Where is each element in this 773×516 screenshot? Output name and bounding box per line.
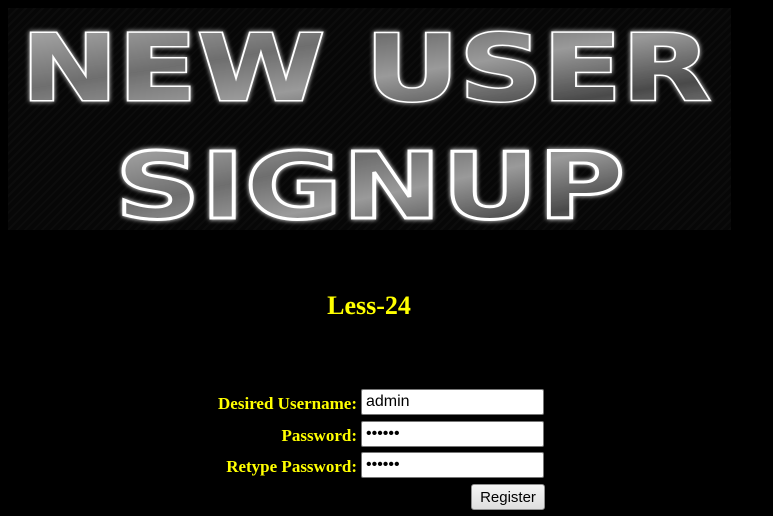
password-input[interactable] [361,421,544,447]
retype-password-input[interactable] [361,452,544,478]
lesson-title: Less-24 [327,291,411,320]
signup-banner-graphic: NEW USER SIGNUP [20,14,713,231]
banner-line-new-user: NEW USER [21,15,711,122]
register-button[interactable]: Register [471,484,545,510]
username-row: Desired Username: [180,389,560,417]
username-label: Desired Username: [218,394,357,413]
password-label: Password: [281,426,357,445]
password-row: Password: [180,421,560,449]
signup-banner: NEW USER SIGNUP [8,8,731,230]
banner-line-signup: SIGNUP [115,133,625,230]
retype-password-row: Retype Password: [180,452,560,480]
retype-password-label: Retype Password: [226,457,357,476]
username-input[interactable] [361,389,544,415]
